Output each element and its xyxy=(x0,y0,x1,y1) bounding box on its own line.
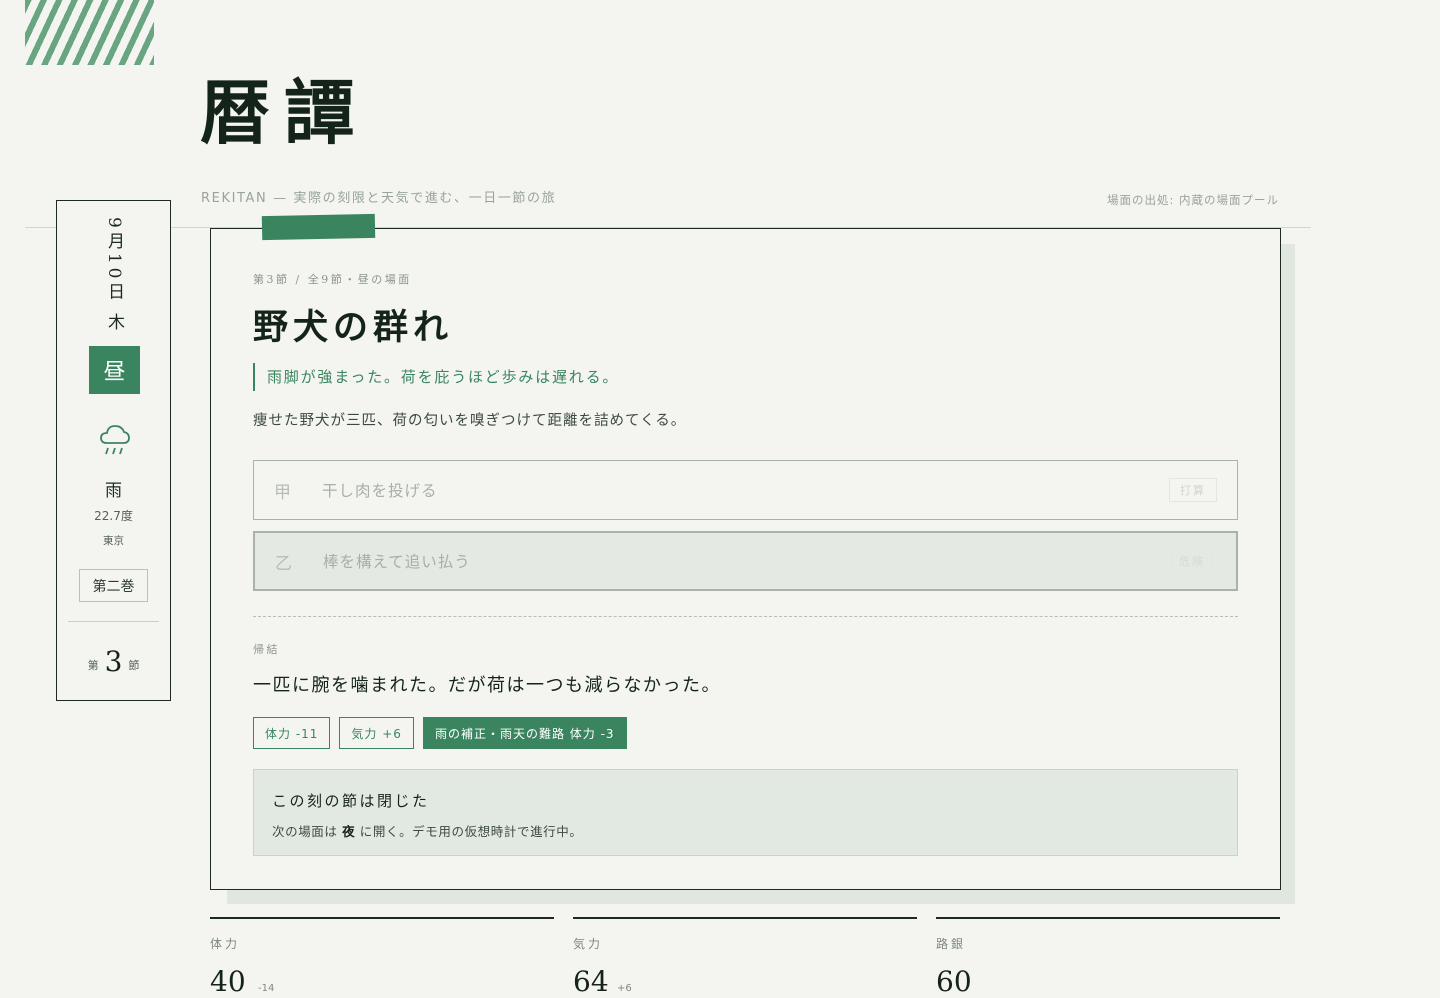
weather-label: 雨 xyxy=(105,481,122,501)
choice-label: 棒を構えて追い払う xyxy=(323,553,471,571)
effect-chip-weather: 雨の補正・雨天の難路 体力 -3 xyxy=(422,717,627,749)
result-text: 一匹に腕を噛まれた。だが荷は一つも減らなかった。 xyxy=(253,675,721,696)
chapter-number: 3 xyxy=(104,645,123,678)
chapter-indicator: 第3節 xyxy=(87,645,140,678)
effect-chips: 体力 -11 気力 +6 雨の補正・雨天の難路 体力 -3 xyxy=(253,717,627,749)
scene-source-note: 場面の出処: 内蔵の場面プール xyxy=(1106,193,1279,207)
stat-value: 60 xyxy=(936,965,972,998)
stat-stamina: 体力 40 -14 xyxy=(210,917,554,998)
city-name: 東京 xyxy=(103,535,124,547)
rain-cloud-icon xyxy=(100,425,130,455)
next-period: 夜 xyxy=(342,824,356,839)
effect-chip-stamina: 体力 -11 xyxy=(253,717,331,749)
side-divider xyxy=(68,621,159,622)
result-label: 帰結 xyxy=(253,643,280,656)
stat-name: 体力 xyxy=(210,937,241,951)
stat-money: 路銀 60 xyxy=(936,917,1280,998)
choice-label: 干し肉を投げる xyxy=(322,482,438,500)
choice-mark: 乙 xyxy=(275,553,292,574)
effect-chip-spirit: 気力 +6 xyxy=(339,717,414,749)
choice-tag: 危険 xyxy=(1168,549,1216,573)
scene-kicker: 第3節 / 全9節・昼の場面 xyxy=(253,273,412,286)
stat-name: 気力 xyxy=(573,937,604,951)
closed-notice: この刻の節は閉じた 次の場面は 夜 に開く。デモ用の仮想時計で進行中。 xyxy=(253,769,1238,856)
scene-card: 第3節 / 全9節・昼の場面 野犬の群れ 雨脚が強まった。荷を庇うほど歩みは遅れ… xyxy=(210,213,1281,890)
tape-decoration xyxy=(261,213,376,241)
choice-button-a[interactable]: 甲 干し肉を投げる 打算 xyxy=(253,460,1238,520)
closed-notice-text: 次の場面は 夜 に開く。デモ用の仮想時計で進行中。 xyxy=(272,824,583,839)
decorative-stripes xyxy=(25,0,154,65)
stat-value: 40 xyxy=(210,965,246,998)
stat-name: 路銀 xyxy=(936,937,967,951)
date-panel: 9月10日 木 昼 雨 22.7度 東京 第二巻 第3節 xyxy=(56,200,171,701)
current-date: 9月10日 木 xyxy=(104,217,124,334)
scene-description: 痩せた野犬が三匹、荷の匂いを嗅ぎつけて距離を詰めてくる。 xyxy=(253,413,687,429)
period-badge: 昼 xyxy=(89,346,140,394)
scene-title: 野犬の群れ xyxy=(253,307,454,348)
scene-quote: 雨脚が強まった。荷を庇うほど歩みは遅れる。 xyxy=(253,363,619,391)
page-title: 暦譚 xyxy=(200,71,368,154)
stat-value: 64 xyxy=(573,965,609,998)
stat-spirit: 気力 64 +6 xyxy=(573,917,917,998)
temperature: 22.7度 xyxy=(94,509,133,523)
choice-button-b[interactable]: 乙 棒を構えて追い払う 危険 xyxy=(253,531,1238,591)
page-subtitle: REKITAN — 実際の刻限と天気で進む、一日一節の旅 xyxy=(201,191,557,206)
result-divider xyxy=(253,616,1238,617)
volume-badge: 第二巻 xyxy=(79,569,148,602)
closed-notice-title: この刻の節は閉じた xyxy=(272,792,430,810)
choice-mark: 甲 xyxy=(274,482,291,503)
choice-tag: 打算 xyxy=(1169,478,1217,502)
